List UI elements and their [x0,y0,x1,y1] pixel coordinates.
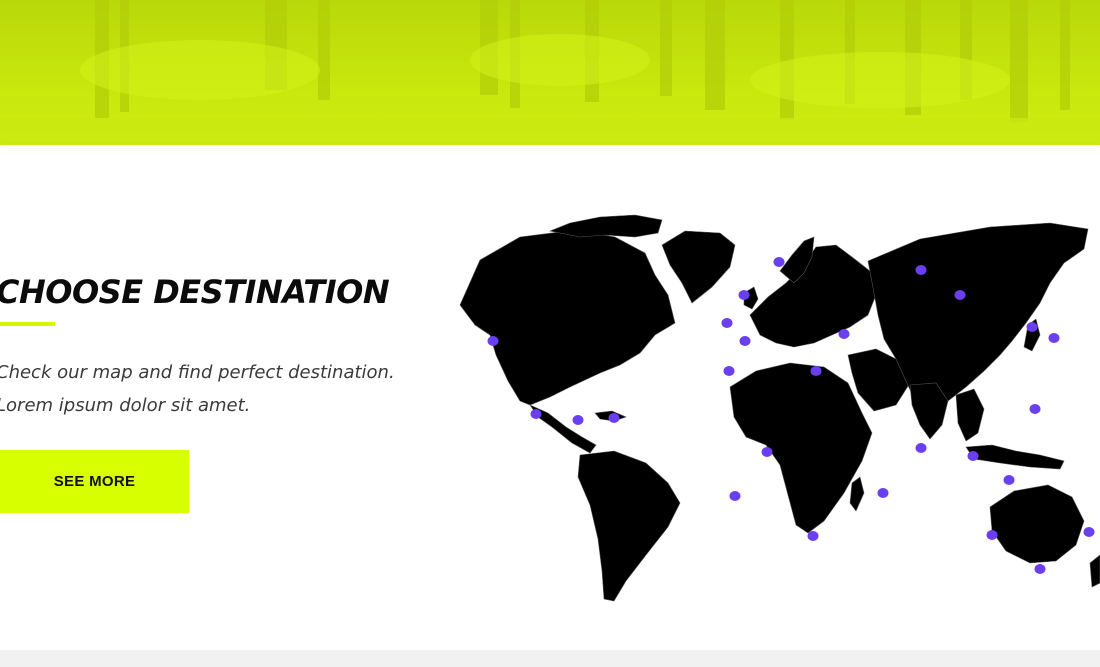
map-marker[interactable] [1026,322,1038,332]
section-title: CHOOSE DESTINATION [0,273,390,311]
map-marker[interactable] [838,329,850,339]
forest-banner-image [0,0,1100,145]
map-marker[interactable] [1083,527,1095,537]
map-marker[interactable] [877,488,889,498]
map-marker[interactable] [810,366,822,376]
map-marker[interactable] [915,443,927,453]
map-marker[interactable] [739,336,751,346]
title-underline [0,322,55,326]
see-more-button[interactable]: SEE MORE [0,450,189,513]
world-map-land [459,214,1100,602]
map-marker[interactable] [1003,475,1015,485]
map-marker[interactable] [807,531,819,541]
map-marker[interactable] [572,415,584,425]
map-marker[interactable] [608,413,620,423]
map-marker[interactable] [530,409,542,419]
section-description: Check our map and find perfect destinati… [0,356,395,422]
description-line-2: Lorem ipsum dolor sit amet. [0,395,251,416]
map-marker[interactable] [1048,333,1060,343]
destination-section: CHOOSE DESTINATION Check our map and fin… [0,145,1100,650]
map-marker[interactable] [723,366,735,376]
map-marker[interactable] [1034,564,1046,574]
map-marker[interactable] [1029,404,1041,414]
map-marker[interactable] [773,257,785,267]
hero-banner [0,0,1100,145]
map-marker[interactable] [738,290,750,300]
map-marker[interactable] [721,318,733,328]
map-marker[interactable] [915,265,927,275]
map-marker[interactable] [986,530,998,540]
map-marker[interactable] [761,447,773,457]
map-marker[interactable] [967,451,979,461]
map-marker[interactable] [729,491,741,501]
map-marker[interactable] [954,290,966,300]
map-marker[interactable] [487,336,499,346]
world-map [459,214,1100,602]
description-line-1: Check our map and find perfect destinati… [0,362,395,383]
section-divider [0,650,1100,667]
